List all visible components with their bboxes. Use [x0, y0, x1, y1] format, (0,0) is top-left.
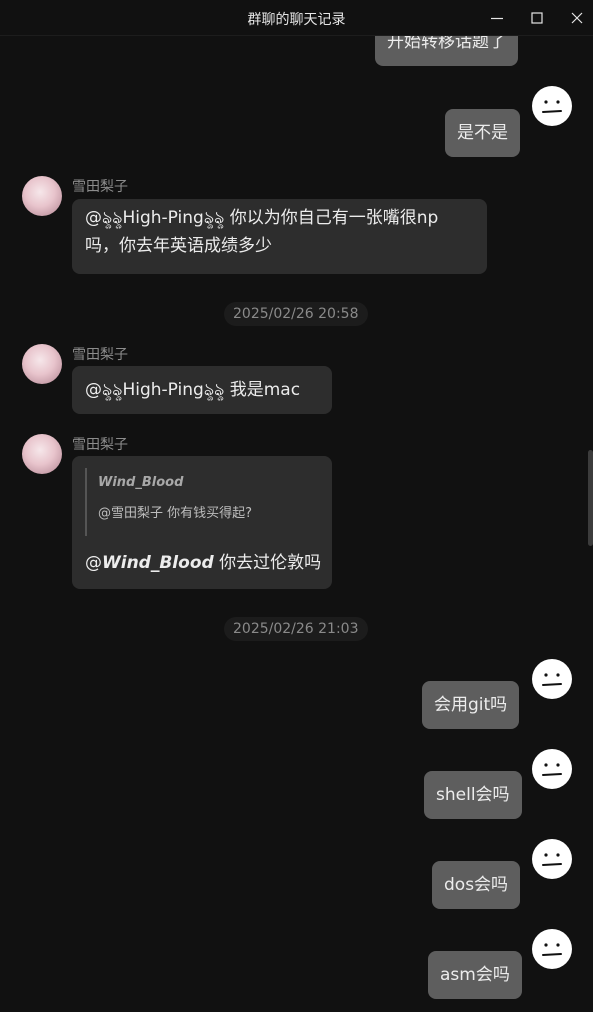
self-avatar[interactable]	[532, 839, 572, 879]
message-bubble-self[interactable]: 是不是	[445, 109, 520, 157]
reply-message-bubble[interactable]: Wind_Blood @雪田梨子 你有钱买得起? @Wind_Blood 你去过…	[72, 456, 332, 589]
timestamp-divider: 2025/02/26 21:03	[224, 617, 368, 641]
user-avatar[interactable]	[22, 344, 62, 384]
scrollbar-thumb[interactable]	[588, 450, 593, 546]
quote-bar	[85, 468, 87, 536]
message-text: asm会吗	[440, 965, 510, 985]
minimize-icon	[491, 17, 503, 20]
message-text: 会用git吗	[434, 695, 508, 715]
timestamp-divider: 2025/02/26 20:58	[224, 302, 368, 326]
close-icon	[571, 12, 583, 24]
message-text: 是不是	[457, 123, 508, 143]
message-text: @ৡৡHigh-Pingৡৡ 我是mac	[85, 380, 301, 400]
sender-name: 雪田梨子	[72, 437, 128, 453]
message-bubble-self[interactable]: dos会吗	[432, 861, 521, 909]
maximize-icon	[531, 12, 543, 24]
meh-face-icon	[532, 929, 572, 969]
meh-face-icon	[532, 839, 572, 879]
meh-face-icon	[532, 659, 572, 699]
minimize-button[interactable]	[477, 0, 517, 36]
message-bubble-self[interactable]: asm会吗	[428, 951, 522, 999]
quoted-text: @雪田梨子 你有钱买得起?	[98, 506, 253, 521]
reply-text: @Wind_Blood 你去过伦敦吗	[85, 548, 321, 573]
maximize-button[interactable]	[517, 0, 557, 36]
message-text-line-2: 吗，你去年英语成绩多少	[85, 236, 272, 256]
message-text: dos会吗	[444, 875, 509, 895]
sender-name: 雪田梨子	[72, 179, 128, 195]
user-avatar[interactable]	[22, 434, 62, 474]
sender-name: 雪田梨子	[72, 347, 128, 363]
message-bubble-self[interactable]: shell会吗	[424, 771, 522, 819]
message-bubble[interactable]: @ৡৡHigh-Pingৡৡ 我是mac	[72, 366, 332, 414]
message-bubble-self[interactable]: 会用git吗	[422, 681, 520, 729]
meh-face-icon	[532, 749, 572, 789]
quoted-author: Wind_Blood	[98, 475, 184, 490]
title-bar[interactable]: 群聊的聊天记录	[0, 0, 593, 36]
message-bubble[interactable]: @ৡৡHigh-Pingৡৡ 你以为你自己有一张嘴很np 吗，你去年英语成绩多少	[72, 199, 487, 274]
mention-prefix: @	[85, 553, 102, 573]
message-text-line-1: @ৡৡHigh-Pingৡৡ 你以为你自己有一张嘴很np	[85, 208, 439, 228]
mention-user[interactable]: Wind_Blood	[102, 553, 214, 573]
self-avatar[interactable]	[532, 929, 572, 969]
self-avatar[interactable]	[532, 659, 572, 699]
reply-body: 你去过伦敦吗	[213, 553, 322, 573]
message-text: shell会吗	[436, 785, 510, 805]
chat-history[interactable]: 开始转移话题了 是不是 雪田梨子 @ৡৡHigh-Pingৡৡ 你以为你自己有一…	[0, 0, 588, 1012]
self-avatar[interactable]	[532, 749, 572, 789]
meh-face-icon	[532, 86, 572, 126]
self-avatar[interactable]	[532, 86, 572, 126]
user-avatar[interactable]	[22, 176, 62, 216]
close-button[interactable]	[557, 0, 593, 36]
